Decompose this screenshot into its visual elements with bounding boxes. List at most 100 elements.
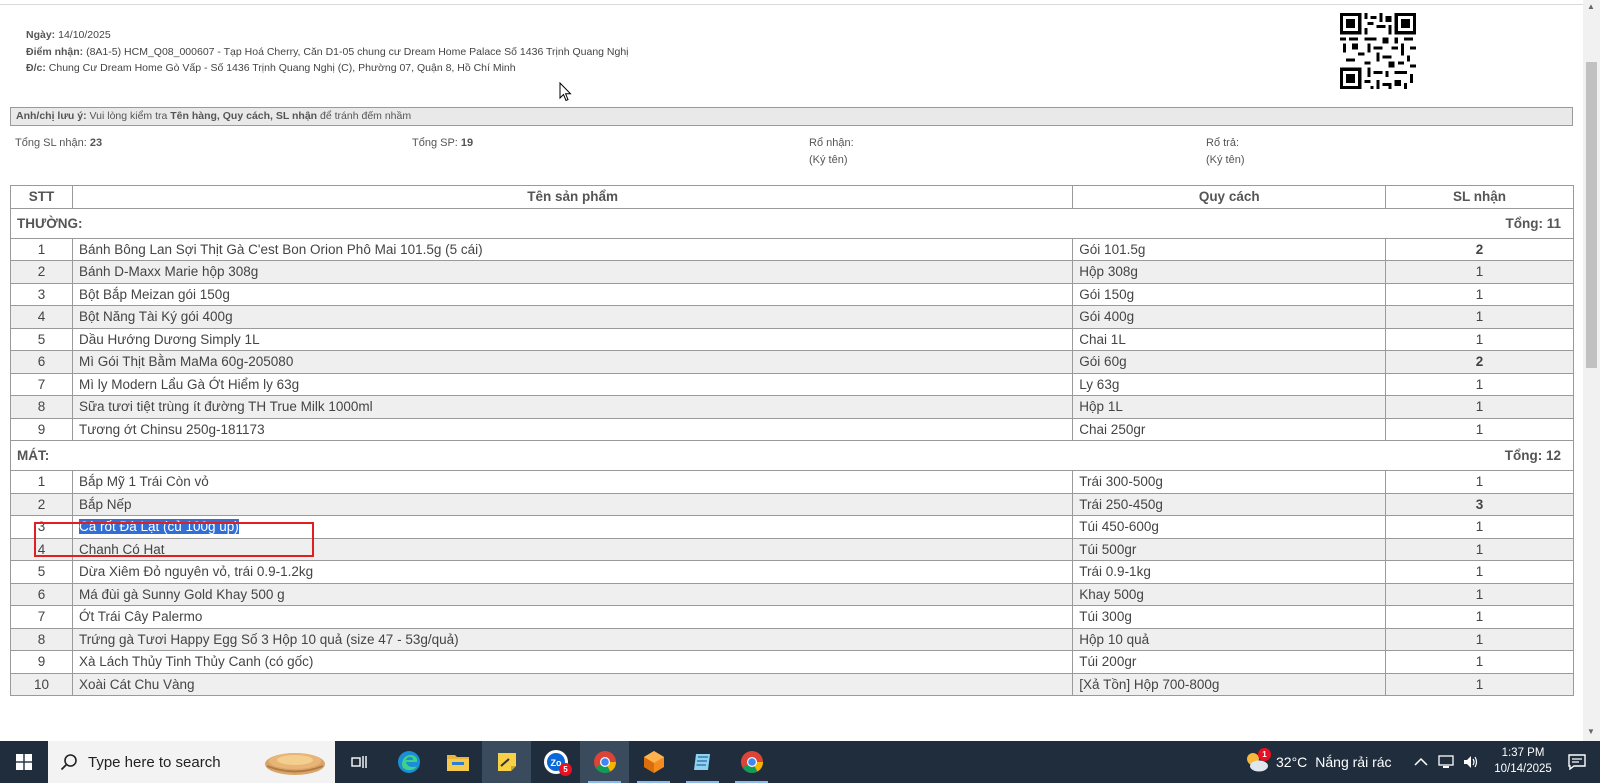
vertical-scrollbar[interactable]: ▲ ▼ <box>1583 0 1600 741</box>
chevron-up-icon[interactable] <box>1414 741 1428 783</box>
cell-spec: Gói 150g <box>1072 282 1387 306</box>
group-row: THƯỜNG: Tổng: 11 <box>9 207 1574 239</box>
table-row: 9 Tương ớt Chinsu 250g-181173 Chai 250gr 1 <box>10 417 1574 441</box>
zalo-icon[interactable]: Zo 5 <box>531 741 580 783</box>
table-row: 6 Mì Gói Thịt Bằm MaMa 60g-205080 Gói 60g 2 <box>10 350 1574 374</box>
cell-stt: 7 <box>10 372 73 396</box>
address-line: Đ/c: Chung Cư Dream Home Gò Vấp - Số 143… <box>26 62 516 74</box>
cell-qty: 2 <box>1385 237 1574 261</box>
scroll-thumb[interactable] <box>1586 62 1597 368</box>
cell-spec: Trái 300-500g <box>1072 470 1387 494</box>
search-icon <box>60 754 77 771</box>
cell-stt: 9 <box>10 417 73 441</box>
mouse-cursor-icon <box>559 82 572 102</box>
cell-stt: 5 <box>10 560 73 584</box>
cell-qty: 1 <box>1385 282 1574 306</box>
table-row: 8 Trứng gà Tươi Happy Egg Số 3 Hộp 10 quả… <box>10 627 1574 651</box>
cell-qty: 1 <box>1385 470 1574 494</box>
cell-spec: Hộp 308g <box>1072 260 1387 284</box>
cell-product-name: Tương ớt Chinsu 250g-181173 <box>71 417 1074 441</box>
summary-basket-in: Rổ nhận: (Ký tên) <box>809 137 854 166</box>
app-notepad-icon[interactable] <box>678 741 727 783</box>
summary-total-received: Tổng SL nhận: 23 <box>15 137 103 149</box>
scroll-down-icon[interactable]: ▼ <box>1587 727 1595 736</box>
date-line: Ngày: 14/10/2025 <box>26 29 111 41</box>
cell-qty: 1 <box>1385 260 1574 284</box>
table-row: 8 Sữa tươi tiệt trùng ít đường TH True Mi… <box>10 395 1574 419</box>
col-header-qty: SL nhận <box>1385 185 1574 209</box>
cell-qty: 1 <box>1385 537 1574 561</box>
cell-spec: Chai 250gr <box>1072 417 1387 441</box>
volume-icon[interactable] <box>1462 741 1480 783</box>
cell-product-name: Sữa tươi tiệt trùng ít đường TH True Mil… <box>71 395 1074 419</box>
chrome-2-icon[interactable] <box>727 741 776 783</box>
scroll-up-icon[interactable]: ▲ <box>1587 2 1595 11</box>
table-row: 7 Mì ly Modern Lẩu Gà Ớt Hiểm ly 63g Ly 63… <box>10 372 1574 396</box>
cell-spec: Trái 0.9-1kg <box>1072 560 1387 584</box>
cell-stt: 10 <box>10 672 73 696</box>
table-row: 5 Dầu Hướng Dương Simply 1L Chai 1L 1 <box>10 327 1574 351</box>
cell-spec: Gói 60g <box>1072 350 1387 374</box>
task-view-icon[interactable] <box>335 741 384 783</box>
cell-qty: 1 <box>1385 417 1574 441</box>
file-explorer-icon[interactable] <box>433 741 482 783</box>
edge-icon[interactable] <box>384 741 433 783</box>
cell-spec: Hộp 1L <box>1072 395 1387 419</box>
cell-qty: 1 <box>1385 672 1574 696</box>
top-divider <box>0 4 1583 5</box>
cell-spec: Hộp 10 quả <box>1072 627 1387 651</box>
table-row: 3 Bột Bắp Meizan gói 150g Gói 150g 1 <box>10 282 1574 306</box>
cell-spec: Ly 63g <box>1072 372 1387 396</box>
cell-qty: 1 <box>1385 515 1574 539</box>
network-icon[interactable] <box>1438 741 1456 783</box>
notice-bar: Anh/chị lưu ý: Vui lòng kiểm tra Tên hàn… <box>10 107 1573 126</box>
pie-decoration-icon <box>265 753 325 775</box>
report-page: Ngày: 14/10/2025 Điểm nhận: (8A1-5) HCM_… <box>0 0 1583 741</box>
summary-basket-out: Rổ trả: (Ký tên) <box>1206 137 1245 166</box>
cell-qty: 3 <box>1385 492 1574 516</box>
highlight-annotation-box <box>34 522 314 557</box>
cell-spec: Túi 300g <box>1072 605 1387 629</box>
cell-qty: 1 <box>1385 372 1574 396</box>
cell-qty: 1 <box>1385 305 1574 329</box>
notification-icon[interactable] <box>1568 741 1586 783</box>
items-table: STT Tên sản phẩm Quy cách SL nhận THƯỜNG… <box>9 185 1574 696</box>
cell-product-name: Mì Gói Thịt Bằm MaMa 60g-205080 <box>71 350 1074 374</box>
chrome-icon[interactable] <box>580 741 629 783</box>
weather-badge: 1 <box>1258 748 1271 761</box>
cell-product-name: Xà Lách Thủy Tinh Thủy Canh (có gốc) <box>71 650 1074 674</box>
sticky-notes-icon[interactable] <box>482 741 531 783</box>
cell-spec: Túi 200gr <box>1072 650 1387 674</box>
cell-stt: 2 <box>10 260 73 284</box>
cell-stt: 1 <box>10 470 73 494</box>
zalo-badge: 5 <box>559 763 572 776</box>
cell-product-name: Bắp Mỹ 1 Trái Còn vỏ <box>71 470 1074 494</box>
group-total: Tổng: 12 <box>1385 440 1574 471</box>
taskbar-search-box[interactable]: Type here to search <box>48 741 335 783</box>
col-header-name: Tên sản phẩm <box>71 185 1074 209</box>
cell-stt: 4 <box>10 305 73 329</box>
table-row: 9 Xà Lách Thủy Tinh Thủy Canh (có gốc) Túi… <box>10 650 1574 674</box>
table-row: 7 Ớt Trái Cây Palermo Túi 300g 1 <box>10 605 1574 629</box>
app-orange-icon[interactable] <box>629 741 678 783</box>
cell-stt: 8 <box>10 627 73 651</box>
col-header-stt: STT <box>10 185 73 209</box>
cell-spec: Chai 1L <box>1072 327 1387 351</box>
cell-qty: 1 <box>1385 395 1574 419</box>
cell-spec: Túi 450-600g <box>1072 515 1387 539</box>
cell-stt: 5 <box>10 327 73 351</box>
cell-spec: [Xả Tồn] Hộp 700-800g <box>1072 672 1387 696</box>
table-row: 6 Má đùi gà Sunny Gold Khay 500 g Khay 500… <box>10 582 1574 606</box>
system-clock[interactable]: 1:37 PM 10/14/2025 <box>1486 745 1560 777</box>
cell-stt: 1 <box>10 237 73 261</box>
cell-product-name: Xoài Cát Chu Vàng <box>71 672 1074 696</box>
windows-start-icon[interactable] <box>0 741 48 783</box>
taskbar: Type here to search Zo 5 1 32°C Nắng rải… <box>0 741 1600 783</box>
cell-product-name: Dừa Xiêm Đỏ nguyên vỏ, trái 0.9-1.2kg <box>71 560 1074 584</box>
table-row: 1 Bánh Bông Lan Sợi Thịt Gà C'est Bon Ori… <box>10 237 1574 261</box>
report-header: Ngày: 14/10/2025 Điểm nhận: (8A1-5) HCM_… <box>26 27 629 77</box>
table-row: 10 Xoài Cát Chu Vàng [Xả Tồn] Hộp 700-800g… <box>10 672 1574 696</box>
weather-widget[interactable]: 1 32°C Nắng rải rác <box>1244 741 1392 783</box>
search-placeholder: Type here to search <box>88 753 221 771</box>
cell-stt: 7 <box>10 605 73 629</box>
